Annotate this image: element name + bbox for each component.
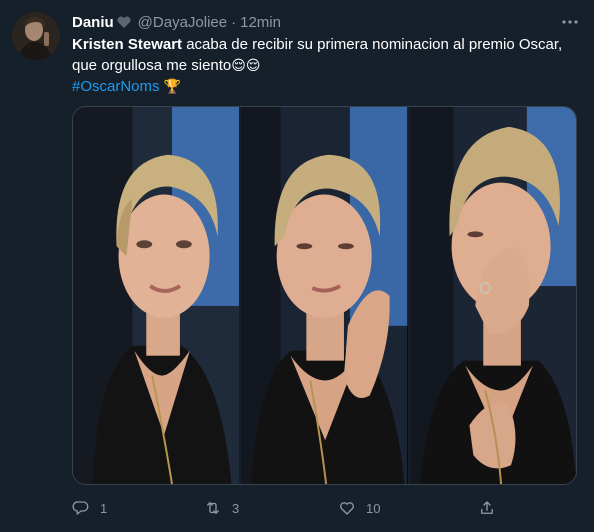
tweet-text-line-1: Kristen Stewart acaba de recibir su prim… xyxy=(72,34,580,55)
tweet-text-line-3: #OscarNoms 🏆 xyxy=(72,76,580,97)
relieved-face-emoji: 😌😌 xyxy=(231,57,261,73)
retweet-icon xyxy=(207,502,219,514)
like-count: 10 xyxy=(366,500,381,516)
reply-button[interactable]: 1 xyxy=(72,499,107,517)
tweet-text-line2: que orgullosa me siento xyxy=(72,57,232,74)
trophy-emoji: 🏆 xyxy=(163,78,182,94)
media-panel-3[interactable] xyxy=(409,107,576,484)
tweet[interactable]: Daniu @DayaJoliee · 12min Kristen Stewar… xyxy=(0,0,594,532)
like-button[interactable]: 10 xyxy=(338,499,380,517)
tweet-media[interactable] xyxy=(72,106,577,485)
retweet-count: 3 xyxy=(232,500,240,516)
tweet-text-rest: acaba de recibir su primera nominacion a… xyxy=(182,36,563,53)
tweet-actions: 1 3 10 xyxy=(72,497,502,519)
media-panel-1[interactable] xyxy=(73,107,242,484)
photo-2 xyxy=(241,107,408,484)
black-heart-icon xyxy=(116,14,132,30)
hashtag-link[interactable]: #OscarNoms xyxy=(72,78,160,95)
avatar[interactable] xyxy=(12,12,60,60)
author-handle[interactable]: @DayaJoliee xyxy=(138,14,227,31)
avatar-image xyxy=(12,12,60,60)
separator-dot: · xyxy=(231,13,237,31)
tweet-text-bold: Kristen Stewart xyxy=(72,36,183,53)
tweet-text-line-2: que orgullosa me siento😌😌 xyxy=(72,55,580,76)
tweet-timestamp[interactable]: 12min xyxy=(240,14,281,31)
share-button[interactable] xyxy=(478,499,506,517)
retweet-button[interactable]: 3 xyxy=(204,499,239,517)
tweet-header: Daniu @DayaJoliee · 12min xyxy=(72,12,582,32)
heart-icon xyxy=(340,502,354,515)
photo-1 xyxy=(73,107,240,484)
share-icon xyxy=(481,501,493,514)
more-options-icon[interactable] xyxy=(558,10,582,34)
tweet-text: Kristen Stewart acaba de recibir su prim… xyxy=(72,34,580,97)
reply-icon xyxy=(72,501,89,515)
photo-3 xyxy=(409,107,576,484)
reply-count: 1 xyxy=(100,500,108,516)
author-display-name[interactable]: Daniu xyxy=(72,14,114,31)
media-panel-2[interactable] xyxy=(241,107,410,484)
